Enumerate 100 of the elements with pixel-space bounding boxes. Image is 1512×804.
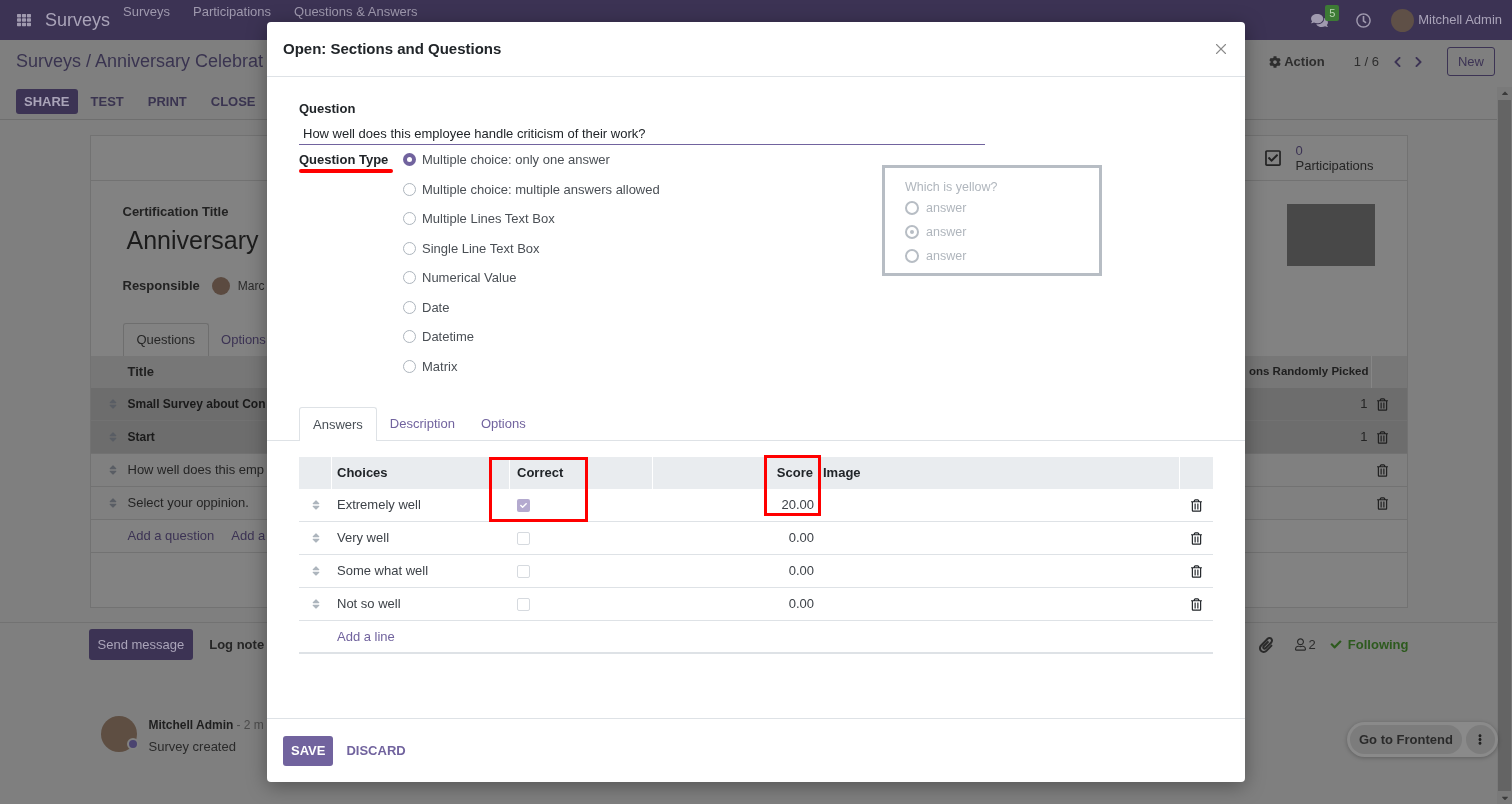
trash-icon[interactable] [1191, 564, 1202, 578]
go-to-frontend-button[interactable]: Go to Frontend [1350, 725, 1462, 754]
radio-button[interactable] [403, 241, 416, 255]
action-menu-button[interactable]: Action [1269, 51, 1325, 72]
radio-button[interactable] [403, 212, 416, 226]
checkbox[interactable] [517, 531, 530, 545]
drag-handle-icon[interactable] [311, 499, 320, 511]
app-name[interactable]: Surveys [45, 9, 111, 31]
notification-badge: 5 [1325, 4, 1340, 21]
dialog-tab[interactable]: Options [467, 407, 539, 440]
scrollbar[interactable] [1497, 87, 1512, 804]
table-cell-text: 0.00 [788, 529, 814, 548]
log-note-button[interactable]: Log note [209, 634, 265, 655]
user-name[interactable]: Mitchell Admin [1418, 10, 1502, 30]
column-header[interactable]: Image [823, 463, 861, 483]
field-label: Question Type [299, 152, 389, 168]
check-icon [1329, 639, 1342, 650]
dialog-button[interactable]: SAVE [283, 735, 334, 766]
radio-button[interactable] [403, 153, 416, 167]
radio-button[interactable] [403, 300, 416, 314]
pager-counter[interactable]: 1 / 6 [1353, 51, 1379, 72]
table-cell-text: Small Survey about Con [127, 396, 266, 413]
followers-button[interactable]: 2 [1294, 634, 1316, 655]
table-cell-text: 0.00 [788, 562, 814, 581]
column-header[interactable]: Correct [517, 463, 564, 483]
question-type-option[interactable]: Datetime [403, 322, 475, 352]
drag-handle-icon[interactable] [108, 497, 117, 509]
radio-button[interactable] [403, 359, 416, 373]
drag-handle-icon[interactable] [311, 598, 320, 610]
question-input[interactable]: How well does this employee handle criticism of their work? [299, 123, 985, 145]
add-line-link[interactable]: Add a line [337, 626, 395, 647]
column-header[interactable]: Choices [337, 463, 388, 483]
trash-icon[interactable] [1191, 531, 1202, 545]
person-icon [1294, 638, 1306, 651]
drag-handle-icon[interactable] [311, 565, 320, 577]
dialog-tab[interactable]: Answers [299, 407, 377, 441]
message-author: Mitchell Admin [148, 717, 234, 734]
dialog-title: Open: Sections and Questions [283, 38, 502, 59]
preview-answer: answer [926, 199, 967, 217]
dialog-button[interactable]: DISCARD [333, 735, 419, 766]
dialog-tab[interactable]: Description [376, 407, 468, 440]
toolbar-button[interactable]: CLOSE [199, 89, 267, 115]
question-type-option[interactable]: Numerical Value [403, 263, 517, 293]
question-type-option[interactable]: Multiple choice: multiple answers allowed [403, 174, 660, 204]
nav-menu-item[interactable]: Surveys [123, 4, 170, 20]
form-tab[interactable]: Options [209, 323, 267, 356]
radio-button[interactable] [403, 271, 416, 285]
question-type-option[interactable]: Single Line Text Box [403, 233, 540, 263]
nav-menu-item[interactable]: Questions & Answers [294, 4, 418, 20]
next-icon[interactable] [1414, 55, 1423, 68]
nav-menu-item[interactable]: Participations [193, 4, 272, 20]
table-cell-text: Very well [337, 529, 390, 548]
table-cell-text: 0.00 [788, 595, 814, 614]
new-button[interactable]: New [1447, 47, 1495, 77]
preview-question: Which is yellow? [905, 179, 998, 196]
table-cell-text: 1 [1360, 428, 1368, 447]
table-cell-text: Extremely well [337, 496, 421, 515]
kebab-menu-icon [1478, 733, 1483, 746]
scrollbar-thumb[interactable] [1498, 100, 1511, 791]
apps-menu-icon[interactable] [17, 13, 31, 27]
user-avatar [211, 277, 230, 295]
previous-icon[interactable] [1393, 55, 1402, 68]
more-options-button[interactable] [1465, 725, 1495, 754]
table-cell-text: Select your oppinion. [127, 494, 249, 513]
column-header[interactable]: Title [127, 362, 154, 382]
breadcrumb[interactable]: Surveys / Anniversary Celebrat [16, 48, 264, 76]
send-message-button[interactable]: Send message [88, 629, 194, 660]
toolbar-button[interactable]: SHARE [16, 89, 78, 115]
checkbox[interactable] [517, 564, 530, 578]
checkbox-icon [1263, 149, 1282, 167]
radio-button[interactable] [403, 182, 416, 196]
trash-icon[interactable] [1191, 597, 1202, 611]
toolbar-button[interactable]: PRINT [136, 89, 198, 115]
column-header[interactable]: Score [776, 463, 813, 483]
checkbox[interactable] [517, 498, 530, 512]
question-type-option[interactable]: Matrix [403, 351, 458, 381]
table-cell-text: 1 [1360, 395, 1368, 414]
drag-handle-icon[interactable] [311, 532, 320, 544]
clock-icon[interactable] [1356, 12, 1372, 28]
chat-icon[interactable] [1311, 12, 1329, 28]
user-avatar[interactable] [1391, 8, 1415, 32]
user-avatar [100, 716, 137, 752]
add-link[interactable]: Add a [231, 526, 266, 546]
column-header[interactable]: ons Randomly Picked [1249, 363, 1369, 381]
question-type-option[interactable]: Date [403, 292, 450, 322]
checkbox[interactable] [517, 597, 530, 611]
field-label: Question [299, 101, 356, 117]
question-type-option[interactable]: Multiple Lines Text Box [403, 204, 555, 234]
drag-handle-icon[interactable] [108, 464, 117, 476]
table-cell-text: Start [127, 429, 155, 446]
table-cell-text: Some what well [337, 562, 429, 581]
table-cell-text: 20.00 [781, 496, 814, 515]
add-link[interactable]: Add a question [127, 526, 215, 546]
trash-icon[interactable] [1191, 498, 1202, 512]
responsible-name[interactable]: Marc [237, 277, 265, 295]
toolbar-button[interactable]: TEST [79, 89, 135, 115]
message-body: Survey created [148, 738, 236, 756]
paperclip-icon[interactable] [1257, 636, 1274, 653]
radio-button[interactable] [403, 330, 416, 344]
question-type-option[interactable]: Multiple choice: only one answer [403, 145, 610, 175]
